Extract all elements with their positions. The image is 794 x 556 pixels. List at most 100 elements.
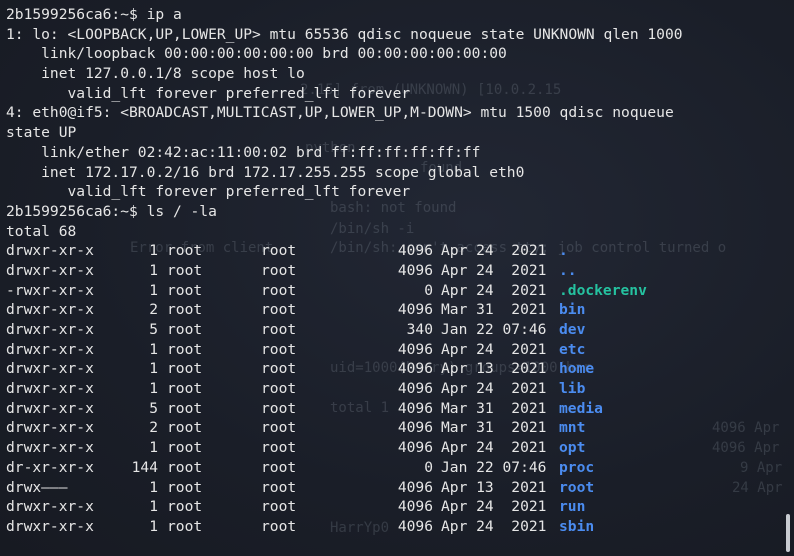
modified-date: Mar 31 2021 [441, 399, 547, 417]
file-name: bin [559, 301, 586, 319]
group: root [261, 517, 297, 535]
listing-row: drwxr-xr-x 1 root root 4096 Apr 13 2021 home [6, 359, 786, 379]
owner: root [167, 399, 203, 417]
listing-row: drwxr-xr-x 1 root root 4096 Apr 24 2021 run [6, 497, 786, 517]
file-size: 4096 [397, 360, 433, 378]
modified-date: Apr 13 2021 [441, 478, 547, 496]
modified-date: Jan 22 07:46 [441, 458, 547, 476]
listing-row: dr-xr-xr-x 144 root root 0 Jan 22 07:46 proc [6, 458, 786, 478]
modified-date: Apr 24 2021 [441, 498, 547, 516]
link-count: 1 [149, 242, 158, 260]
group: root [261, 380, 297, 398]
listing-row: -rwxr-xr-x 1 root root 0 Apr 24 2021 .dockeren… [6, 281, 786, 301]
output-line: valid_lft forever preferred_lft forever [6, 84, 411, 102]
file-size: 4096 [397, 478, 433, 496]
file-size: 4096 [397, 419, 433, 437]
group: root [261, 281, 297, 299]
scrollbar-thumb[interactable] [786, 514, 790, 552]
listing-row: drwxr-xr-x 1 root root 4096 Apr 24 2021 etc [6, 340, 786, 360]
link-count: 5 [149, 321, 158, 338]
file-name: media [559, 399, 603, 417]
link-count: 1 [149, 281, 158, 299]
file-name: lib [559, 380, 586, 398]
file-name: root [559, 478, 595, 496]
link-count: 1 [149, 340, 158, 358]
link-count: 144 [131, 458, 158, 476]
file-size: 340 [406, 321, 433, 338]
owner: root [167, 517, 203, 535]
modified-date: Apr 24 2021 [441, 261, 547, 279]
permissions: drwxr-xr-x [6, 419, 94, 437]
link-count: 1 [149, 360, 158, 378]
listing-row: drwxr-xr-x 1 root root 4096 Apr 24 2021. [6, 241, 786, 261]
output-line: valid_lft forever preferred_lft forever [6, 183, 411, 201]
permissions: drwxr-xr-x [6, 517, 94, 535]
command-text: ip a [146, 6, 182, 23]
link-count: 1 [149, 380, 158, 398]
link-count: 1 [149, 478, 158, 496]
file-name: .dockerenv [559, 281, 647, 299]
listing-row: drwx——— 1 root root 4096 Apr 13 2021 root [6, 478, 786, 498]
file-size: 4096 [397, 380, 433, 398]
link-count: 5 [149, 399, 158, 417]
file-name: run [559, 498, 586, 516]
listing-row: drwxr-xr-x 2 root root 4096 Mar 31 2021 mnt [6, 418, 786, 438]
file-size: 4096 [397, 439, 433, 457]
file-name: home [559, 360, 595, 378]
file-size: 4096 [397, 498, 433, 516]
group: root [261, 419, 297, 437]
modified-date: Jan 22 07:46 [441, 321, 547, 338]
owner: root [167, 478, 203, 496]
owner: root [167, 439, 203, 457]
group: root [261, 242, 297, 260]
group: root [261, 340, 297, 358]
group: root [261, 478, 297, 496]
permissions: drwxr-xr-x [6, 380, 94, 398]
scrollbar-track[interactable] [784, 0, 792, 556]
directory-listing: drwxr-xr-x 1 root root 4096 Apr 24 2021. drwxr… [6, 241, 786, 536]
permissions: drwxr-xr-x [6, 360, 94, 378]
permissions: drwxr-xr-x [6, 301, 94, 319]
file-name: etc [559, 340, 586, 358]
file-name: mnt [559, 419, 586, 437]
listing-row: drwxr-xr-x 1 root root 4096 Apr 24 2021.. [6, 261, 786, 281]
permissions: dr-xr-xr-x [6, 458, 94, 476]
owner: root [167, 419, 203, 437]
listing-row: drwxr-xr-x 5 root root 340 Jan 22 07:46 dev [6, 320, 786, 340]
command-text: ls / -la [146, 202, 217, 220]
permissions: drwxr-xr-x [6, 399, 94, 417]
owner: root [167, 281, 203, 299]
file-size: 0 [424, 458, 433, 476]
listing-row: drwxr-xr-x 1 root root 4096 Apr 24 2021 opt [6, 438, 786, 458]
listing-row: drwxr-xr-x 5 root root 4096 Mar 31 2021 media [6, 399, 786, 419]
file-size: 4096 [397, 261, 433, 279]
link-count: 2 [149, 419, 158, 437]
group: root [261, 261, 297, 279]
output-line: state UP [6, 124, 77, 142]
permissions: drwxr-xr-x [6, 261, 94, 279]
link-count: 1 [149, 517, 158, 535]
modified-date: Apr 13 2021 [441, 360, 547, 378]
owner: root [167, 458, 203, 476]
owner: root [167, 340, 203, 358]
shell-prompt: 2b1599256ca6:~$ [6, 6, 138, 23]
modified-date: Apr 24 2021 [441, 242, 547, 260]
link-count: 1 [149, 498, 158, 516]
file-size: 4096 [397, 301, 433, 319]
modified-date: Mar 31 2021 [441, 419, 547, 437]
permissions: -rwxr-xr-x [6, 281, 94, 299]
owner: root [167, 360, 203, 378]
owner: root [167, 242, 203, 260]
terminal-window[interactable]: 2.15] from (UNKNOWN) [10.0.2.15 python f… [0, 0, 794, 556]
link-count: 1 [149, 261, 158, 279]
permissions: drwxr-xr-x [6, 321, 94, 338]
file-name: sbin [559, 517, 595, 535]
permissions: drwxr-xr-x [6, 340, 94, 358]
group: root [261, 301, 297, 319]
terminal-output[interactable]: 2b1599256ca6:~$ ip a 1: lo: <LOOPBACK,UP… [6, 5, 786, 537]
file-name: .. [559, 261, 577, 279]
output-line: link/ether 02:42:ac:11:00:02 brd ff:ff:f… [6, 143, 481, 161]
group: root [261, 360, 297, 378]
file-size: 4096 [397, 399, 433, 417]
file-size: 0 [424, 281, 433, 299]
